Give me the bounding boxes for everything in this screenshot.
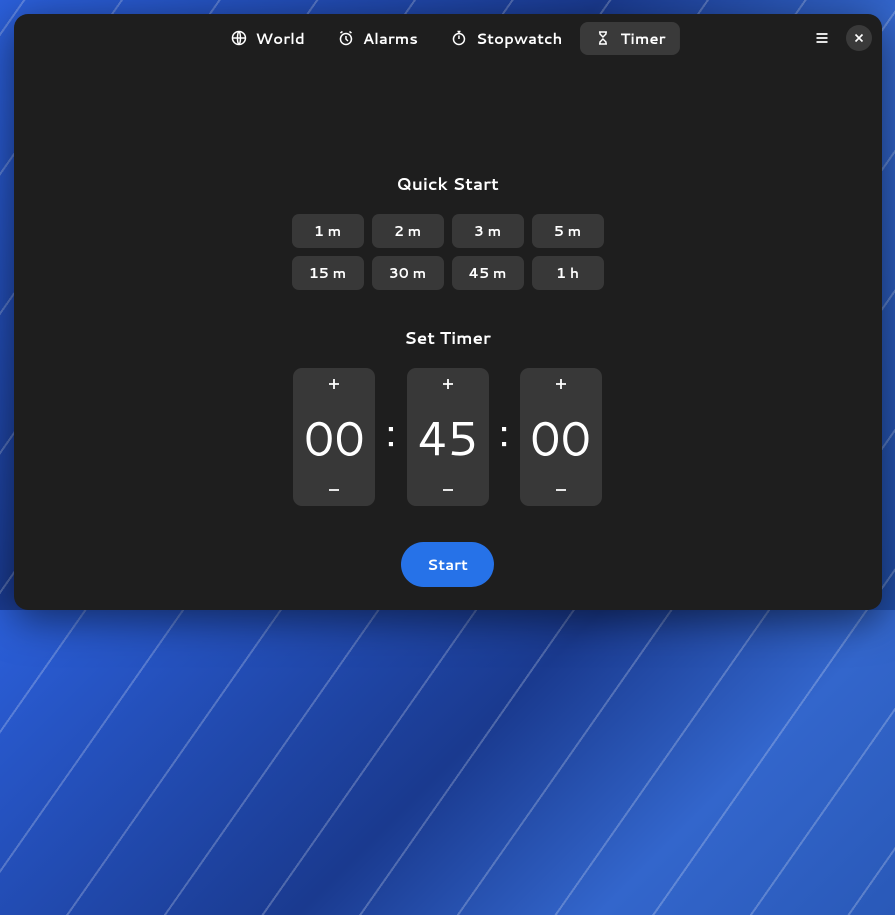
hours-increment[interactable] [293, 368, 375, 400]
minus-icon [441, 483, 455, 497]
app-window: World Alarms Stopwatch [14, 14, 882, 610]
preset-button[interactable]: 1 m [292, 214, 364, 248]
tab-label: Stopwatch [476, 28, 562, 49]
plus-icon [327, 377, 341, 391]
plus-icon [554, 377, 568, 391]
view-switcher: World Alarms Stopwatch [215, 22, 679, 55]
tab-label: Alarms [363, 28, 418, 49]
close-button[interactable] [846, 25, 872, 51]
alarm-icon [337, 29, 355, 47]
close-icon [854, 33, 864, 43]
preset-button[interactable]: 15 m [292, 256, 364, 290]
hours-spinner: 00 [293, 368, 375, 506]
tab-alarms[interactable]: Alarms [323, 22, 432, 55]
minutes-value[interactable]: 45 [407, 400, 489, 474]
time-separator: : [385, 411, 396, 451]
menu-button[interactable] [806, 22, 838, 54]
globe-icon [229, 29, 247, 47]
start-button[interactable]: Start [401, 542, 494, 587]
time-separator: : [499, 411, 510, 451]
preset-button[interactable]: 2 m [372, 214, 444, 248]
quick-start-title: Quick Start [396, 172, 499, 196]
minus-icon [327, 483, 341, 497]
minutes-spinner: 45 [407, 368, 489, 506]
plus-icon [441, 377, 455, 391]
preset-button[interactable]: 3 m [452, 214, 524, 248]
seconds-spinner: 00 [520, 368, 602, 506]
quick-start-grid: 1 m 2 m 3 m 5 m 15 m 30 m 45 m 1 h [292, 214, 604, 290]
header-bar: World Alarms Stopwatch [14, 14, 882, 62]
seconds-decrement[interactable] [520, 474, 602, 506]
tab-label: Timer [620, 28, 665, 49]
minutes-increment[interactable] [407, 368, 489, 400]
timer-content: Quick Start 1 m 2 m 3 m 5 m 15 m 30 m 45… [14, 62, 882, 610]
hourglass-icon [594, 29, 612, 47]
stopwatch-icon [450, 29, 468, 47]
tab-stopwatch[interactable]: Stopwatch [436, 22, 576, 55]
hours-decrement[interactable] [293, 474, 375, 506]
minutes-decrement[interactable] [407, 474, 489, 506]
seconds-value[interactable]: 00 [520, 400, 602, 474]
seconds-increment[interactable] [520, 368, 602, 400]
timer-spinners: 00 : 45 [293, 368, 601, 506]
header-controls [806, 22, 872, 54]
minus-icon [554, 483, 568, 497]
tab-label: World [255, 28, 304, 49]
preset-button[interactable]: 5 m [532, 214, 604, 248]
preset-button[interactable]: 1 h [532, 256, 604, 290]
tab-world[interactable]: World [215, 22, 318, 55]
preset-button[interactable]: 30 m [372, 256, 444, 290]
hamburger-icon [814, 30, 830, 46]
preset-button[interactable]: 45 m [452, 256, 524, 290]
hours-value[interactable]: 00 [293, 400, 375, 474]
tab-timer[interactable]: Timer [580, 22, 679, 55]
set-timer-title: Set Timer [404, 326, 491, 350]
